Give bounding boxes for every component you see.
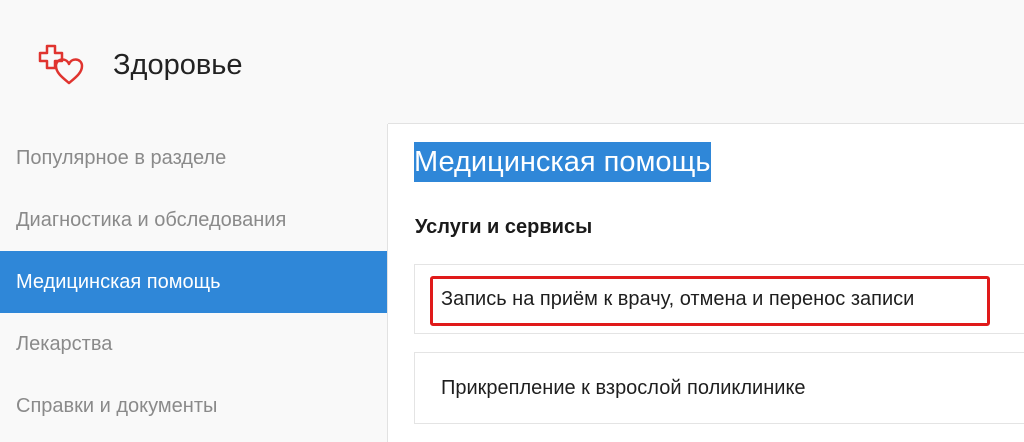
sidebar-divider: [387, 124, 388, 442]
service-card-polyclinic[interactable]: Прикрепление к взрослой поликлинике: [414, 352, 1024, 424]
content-divider: [388, 123, 1024, 124]
sidebar-item-medicines[interactable]: Лекарства: [0, 313, 388, 375]
page: Здоровье Популярное в разделе Диагностик…: [0, 0, 1024, 442]
service-label: Запись на приём к врачу, отмена и перено…: [441, 288, 915, 310]
sidebar-item-medical-care[interactable]: Медицинская помощь: [0, 251, 388, 313]
header: Здоровье: [0, 0, 1024, 124]
app-title: Здоровье: [113, 49, 243, 81]
sidebar-item-diagnostics[interactable]: Диагностика и обследования: [0, 189, 388, 251]
service-card-appointment[interactable]: Запись на приём к врачу, отмена и перено…: [414, 264, 1024, 334]
cross-heart-icon[interactable]: [38, 44, 86, 86]
sidebar-item-certificates[interactable]: Справки и документы: [0, 375, 388, 437]
sidebar-item-popular[interactable]: Популярное в разделе: [0, 127, 388, 189]
subsection-title: Услуги и сервисы: [415, 216, 593, 238]
service-label: Прикрепление к взрослой поликлинике: [441, 377, 806, 399]
sidebar: Популярное в разделе Диагностика и обсле…: [0, 124, 388, 442]
section-title: Медицинская помощь: [414, 142, 711, 182]
